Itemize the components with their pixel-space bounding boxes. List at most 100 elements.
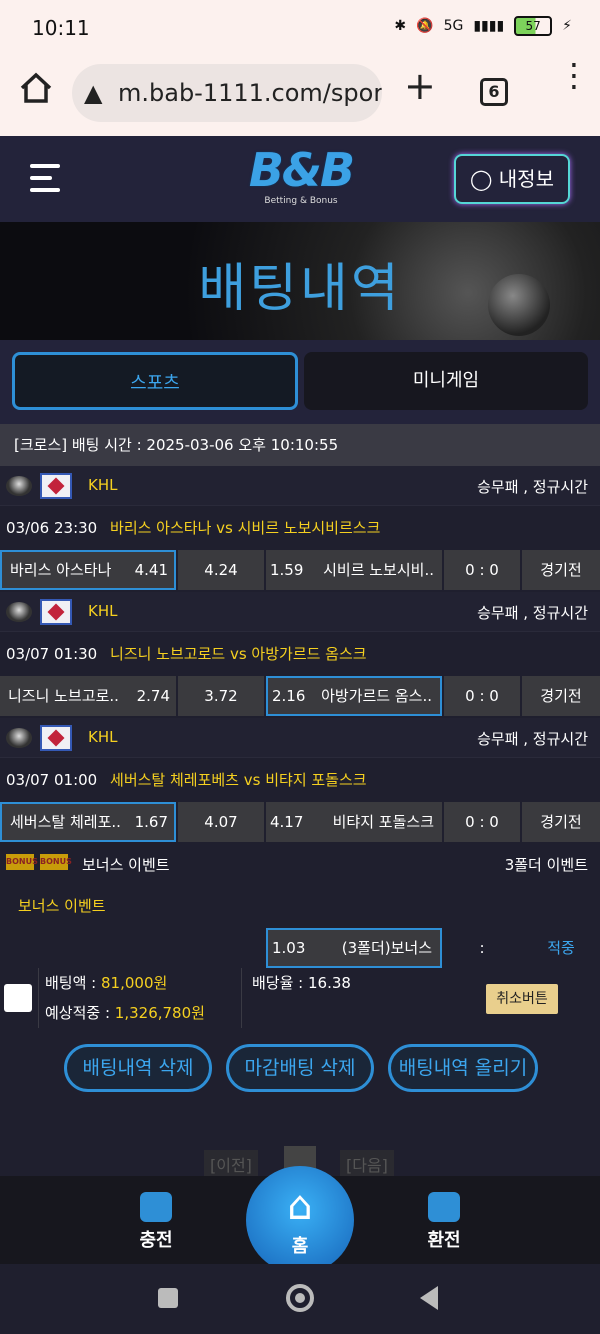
league-row: KHL 승무패 , 정규시간 (0, 592, 600, 632)
system-nav-bar (0, 1264, 600, 1334)
my-info-label: 내정보 (498, 167, 554, 191)
nav-charge[interactable]: 충전 (126, 1192, 186, 1252)
odds-row: 바리스 아스타나 4.41 4.24 1.59 시비르 노보시비.. 0 : 0… (0, 550, 600, 592)
league-name: KHL (88, 476, 118, 494)
draw-odd-cell[interactable]: 4.24 (178, 550, 264, 590)
user-icon: ◯ (470, 167, 493, 191)
match-teams: 바리스 아스타나 vs 시비르 노보시비르스크 (110, 519, 381, 537)
home-icon[interactable] (18, 70, 54, 106)
khl-logo-icon (40, 599, 72, 625)
score-cell: 0 : 0 (444, 676, 520, 716)
bet-type: 승무패 , 정규시간 (477, 730, 588, 748)
home-team: 세버스탈 체레포.. (10, 813, 121, 831)
page-banner: 배팅내역 (0, 222, 600, 340)
my-info-button[interactable]: ◯ 내정보 (454, 154, 570, 204)
tab-minigame[interactable]: 미니게임 (304, 352, 588, 410)
bonus-type: 3폴더 이벤트 (504, 856, 588, 874)
browser-toolbar: ▲ m.bab-1111.com/sports/r + 6 ⋮ (0, 56, 600, 136)
bonus-header: 보너스 이벤트 (18, 897, 106, 915)
recents-icon[interactable] (158, 1288, 178, 1308)
bet-amount: 81,000원 (101, 974, 168, 992)
new-tab-button[interactable]: + (404, 64, 436, 108)
delete-closed-button[interactable]: 마감배팅 삭제 (226, 1044, 374, 1092)
away-odd: 1.59 (270, 561, 304, 579)
home-odd-cell[interactable]: 세버스탈 체레포.. 1.67 (0, 802, 176, 842)
bonus-odd: 1.03 (272, 939, 306, 957)
away-odd: 2.16 (272, 687, 306, 705)
away-odd-cell[interactable]: 2.16 아방가르드 옴스.. (266, 676, 442, 716)
match-time: 03/06 23:30 (6, 519, 98, 537)
bet-amount-line: 배팅액 : 81,000원 (45, 968, 241, 998)
back-icon[interactable] (420, 1286, 438, 1310)
bottom-nav: 충전 ⌂ 홈 환전 (0, 1166, 600, 1274)
mute-icon: 🔕 (416, 18, 434, 34)
house-icon: ⌂ (287, 1183, 313, 1229)
bet-list: KHL 승무패 , 정규시간 03/06 23:30 바리스 아스타나 vs 시… (0, 466, 600, 970)
prev-page-button[interactable]: [이전] (204, 1150, 258, 1178)
draw-odd-cell[interactable]: 3.72 (178, 676, 264, 716)
url-text: m.bab-1111.com/sports/r (118, 79, 382, 107)
odds-row: 세버스탈 체레포.. 1.67 4.07 4.17 비탸지 포돌스크 0 : 0… (0, 802, 600, 844)
bet-time-header: [크로스] 배팅 시간 : 2025-03-06 오후 10:10:55 (0, 424, 600, 466)
select-checkbox[interactable] (4, 984, 32, 1012)
action-buttons: 배팅내역 삭제 마감배팅 삭제 배팅내역 올리기 (0, 1044, 600, 1094)
tab-sports[interactable]: 스포츠 (12, 352, 298, 410)
bonus-league-row: BONUS BONUS 보너스 이벤트 3폴더 이벤트 (0, 844, 600, 884)
match-header: 03/07 01:00 세버스탈 체레포베츠 vs 비탸지 포돌스크 (0, 758, 600, 802)
match-header: 03/07 01:30 니즈니 노브고로드 vs 아방가르드 옴스크 (0, 632, 600, 676)
tab-switcher-button[interactable]: 6 (480, 78, 508, 106)
bonus-label: 보너스 이벤트 (82, 856, 170, 874)
category-tabs: 스포츠 미니게임 (0, 340, 600, 424)
bonus-score-cell: : (444, 928, 520, 968)
bet-type: 승무패 , 정규시간 (477, 604, 588, 622)
nav-exchange[interactable]: 환전 (414, 1192, 474, 1252)
total-odds: 배당율 : 16.38 (252, 974, 351, 992)
home-circle-icon[interactable] (286, 1284, 314, 1312)
upload-history-button[interactable]: 배팅내역 올리기 (388, 1044, 538, 1092)
delete-history-button[interactable]: 배팅내역 삭제 (64, 1044, 212, 1092)
score-cell: 0 : 0 (444, 550, 520, 590)
match-time: 03/07 01:00 (6, 771, 98, 789)
home-odd: 2.74 (136, 687, 170, 705)
home-odd-cell[interactable]: 바리스 아스타나 4.41 (0, 550, 176, 590)
expected-label: 예상적중 : (45, 1004, 115, 1022)
clock: 10:11 (32, 16, 90, 40)
page-title: 배팅내역 (198, 259, 402, 319)
bet-summary: 배팅액 : 81,000원 예상적중 : 1,326,780원 배당율 : 16… (0, 968, 600, 1028)
bonus-status-cell: 적중 (522, 928, 600, 968)
home-odd: 1.67 (134, 813, 168, 831)
bonus-name: (3폴더)보너스 (341, 939, 432, 957)
browser-menu-icon[interactable]: ⋮ (558, 59, 590, 91)
league-name: KHL (88, 602, 118, 620)
hamburger-menu-icon[interactable] (30, 164, 60, 192)
match-time: 03/07 01:30 (6, 645, 98, 663)
next-page-button[interactable]: [다음] (340, 1150, 394, 1178)
bonus-odd-cell: 1.03 (3폴더)보너스 (266, 928, 442, 968)
cancel-button[interactable]: 취소버튼 (486, 984, 558, 1014)
draw-odd-cell[interactable]: 4.07 (178, 802, 264, 842)
home-odd: 4.41 (134, 561, 168, 579)
away-odd-cell[interactable]: 4.17 비탸지 포돌스크 (266, 802, 442, 842)
score-cell: 0 : 0 (444, 802, 520, 842)
status-bar: 10:11 ✱ 🔕 5G ▮▮▮▮ 57 ⚡ (0, 0, 600, 56)
away-team: 아방가르드 옴스.. (321, 687, 432, 705)
away-odd-cell[interactable]: 1.59 시비르 노보시비.. (266, 550, 442, 590)
odds-column: 배당율 : 16.38 (244, 968, 444, 1028)
bluetooth-icon: ✱ (394, 18, 407, 34)
match-header: 03/06 23:30 바리스 아스타나 vs 시비르 노보시비르스크 (0, 506, 600, 550)
home-team: 니즈니 노브고로.. (8, 687, 119, 705)
khl-logo-icon (40, 725, 72, 751)
site-logo[interactable]: B&B Betting & Bonus (246, 144, 356, 212)
status-cell: 경기전 (522, 550, 600, 590)
nav-home[interactable]: ⌂ 홈 (246, 1166, 354, 1274)
home-team: 바리스 아스타나 (10, 561, 112, 579)
wallet-plus-icon (140, 1192, 172, 1222)
home-odd-cell[interactable]: 니즈니 노브고로.. 2.74 (0, 676, 176, 716)
bonus-odds-row: 1.03 (3폴더)보너스 : 적중 (0, 928, 600, 970)
signal-icon: ▮▮▮▮ (473, 18, 505, 34)
url-bar[interactable]: ▲ m.bab-1111.com/sports/r (72, 64, 382, 122)
network-label: 5G (443, 18, 464, 34)
site-header: B&B Betting & Bonus ◯ 내정보 (0, 136, 600, 222)
expected-line: 예상적중 : 1,326,780원 (45, 998, 241, 1028)
odds-row: 니즈니 노브고로.. 2.74 3.72 2.16 아방가르드 옴스.. 0 :… (0, 676, 600, 718)
